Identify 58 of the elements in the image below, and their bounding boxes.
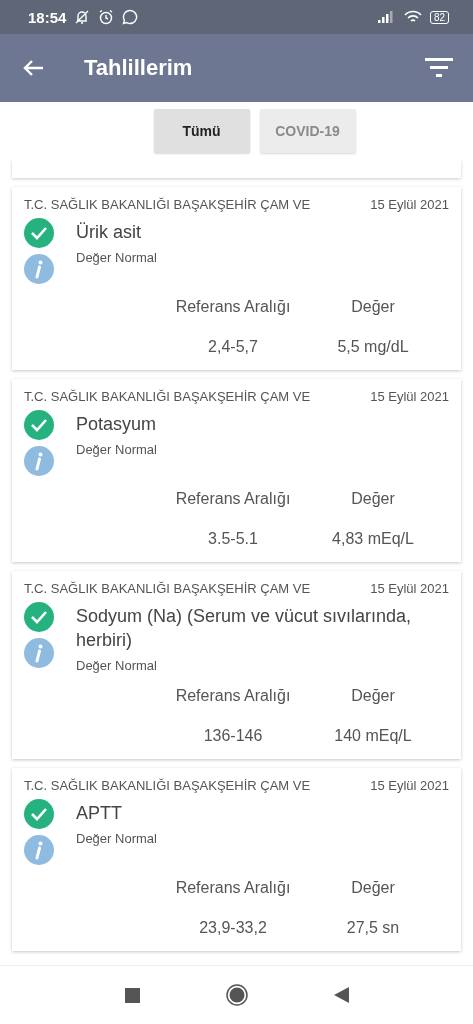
reference-range: 23,9-33,2 [199, 919, 267, 937]
test-name: Potasyum [76, 413, 158, 436]
result-date: 15 Eylül 2021 [370, 581, 449, 596]
result-value: 140 mEq/L [334, 727, 412, 745]
alarm-icon [98, 9, 115, 25]
column-header: Referans Aralığı [175, 687, 291, 705]
bell-off-icon [74, 9, 91, 25]
test-name: APTT [76, 802, 123, 825]
result-card[interactable]: T.C. SAĞLIK BAKANLIĞI BAŞAKŞEHİR ÇAM VE 15 Eylül 2021 Ürik asit Değer Normal Referans Aralığı Değer 2,4-5,7 5,5 mg/dL [12, 187, 461, 370]
result-card[interactable]: T.C. SAĞLIK BAKANLIĞI BAŞAKŞEHİR ÇAM VE 15 Eylül 2021 APTT Değer Normal Referans Aralığı Değer 23,9-33,2 27,5 sn [12, 768, 461, 951]
institution-name: T.C. SAĞLIK BAKANLIĞI BAŞAKŞEHİR ÇAM VE [24, 581, 311, 596]
column-header: Referans Aralığı [175, 298, 291, 316]
test-name: Ürik asit [76, 221, 142, 244]
result-value: 4,83 mEq/L [332, 530, 414, 548]
result-status: Değer Normal [76, 831, 158, 846]
institution-name: T.C. SAĞLIK BAKANLIĞI BAŞAKŞEHİR ÇAM VE [24, 197, 311, 212]
home-button[interactable] [225, 984, 248, 1006]
recents-button[interactable] [124, 987, 140, 1003]
result-value: 5,5 mg/dL [337, 338, 409, 356]
info-icon [24, 446, 54, 476]
result-status: Değer Normal [76, 250, 158, 265]
column-header: Değer [351, 490, 395, 508]
institution-name: T.C. SAĞLIK BAKANLIĞI BAŞAKŞEHİR ÇAM VE [24, 389, 311, 404]
signal-icon [377, 11, 396, 23]
status-time: 18:54 [28, 8, 67, 26]
result-date: 15 Eylül 2021 [370, 389, 449, 404]
result-card[interactable]: T.C. SAĞLIK BAKANLIĞI BAŞAKŞEHİR ÇAM VE 15 Eylül 2021 Sodyum (Na) (Serum ve vücut sıvılarında, herbiri) Değer Normal Referans Aralığı Değer 136-146 140 mEq/L [12, 571, 461, 759]
back-button[interactable] [22, 59, 44, 77]
reference-range: 2,4-5,7 [208, 338, 258, 356]
check-icon [24, 602, 54, 632]
column-header: Değer [351, 687, 395, 705]
result-status: Değer Normal [76, 658, 158, 673]
filter-tab[interactable]: Tümü [153, 109, 250, 153]
chat-icon [122, 9, 139, 25]
column-header: Değer [351, 298, 395, 316]
result-date: 15 Eylül 2021 [370, 778, 449, 793]
test-name: Sodyum (Na) (Serum ve vücut sıvılarında, herbiri) [76, 605, 413, 652]
result-value: 27,5 sn [346, 919, 400, 937]
column-header: Referans Aralığı [175, 490, 291, 508]
filter-button[interactable] [425, 58, 453, 78]
info-icon [24, 254, 54, 284]
column-header: Değer [351, 879, 395, 897]
column-header: Referans Aralığı [175, 879, 291, 897]
back-nav-button[interactable] [333, 987, 349, 1003]
result-date: 15 Eylül 2021 [370, 197, 449, 212]
info-icon [24, 835, 54, 865]
wifi-icon [403, 10, 422, 24]
check-icon [24, 410, 54, 440]
page-title: Tahlillerim [84, 55, 194, 81]
check-icon [24, 799, 54, 829]
reference-range: 3.5-5.1 [208, 530, 258, 548]
reference-range: 136-146 [203, 727, 263, 745]
result-card[interactable]: T.C. SAĞLIK BAKANLIĞI BAŞAKŞEHİR ÇAM VE 15 Eylül 2021 Potasyum Değer Normal Referans Aralığı Değer 3.5-5.1 4,83 mEq/L [12, 379, 461, 562]
battery-level: 82 [429, 10, 449, 24]
check-icon [24, 218, 54, 248]
result-status: Değer Normal [76, 442, 158, 457]
info-icon [24, 638, 54, 668]
institution-name: T.C. SAĞLIK BAKANLIĞI BAŞAKŞEHİR ÇAM VE [24, 778, 311, 793]
